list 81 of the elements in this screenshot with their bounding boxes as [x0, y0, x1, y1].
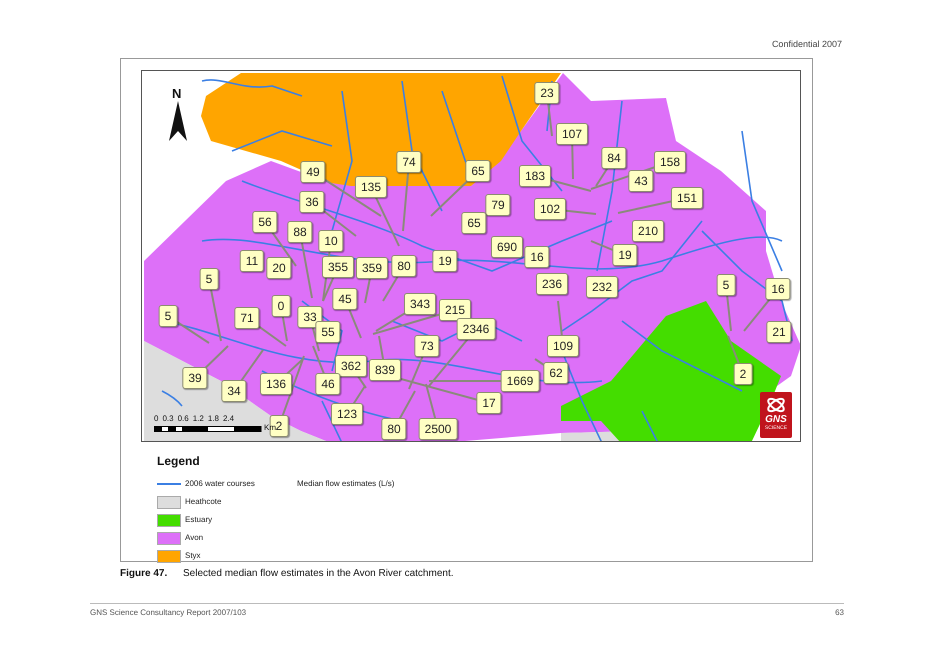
legend-label: Estuary [185, 515, 212, 525]
flow-callout: 84 [601, 147, 627, 169]
flow-callout: 73 [414, 335, 440, 357]
flow-callout: 355 [322, 256, 354, 278]
flow-callout: 65 [465, 160, 491, 182]
north-label: N [172, 87, 182, 101]
flow-callout: 45 [332, 288, 358, 310]
flow-callout: 2346 [456, 318, 496, 340]
flow-callout: 151 [670, 187, 704, 209]
flow-callout: 16 [765, 278, 791, 300]
flow-callout: 71 [234, 307, 260, 329]
flow-callout: 0 [272, 295, 290, 317]
flow-callout: 5 [716, 274, 736, 296]
flow-callout: 56 [252, 211, 278, 233]
flow-callout: 109 [546, 335, 580, 357]
north-arrow-icon [169, 101, 187, 141]
flow-callout: 690 [490, 236, 524, 258]
flow-callout: 23 [534, 82, 560, 104]
flow-callout: 232 [586, 276, 618, 298]
flow-callout: 34 [221, 380, 247, 402]
flow-callout: 19 [432, 250, 458, 272]
header-text: Confidential 2007 [772, 38, 842, 50]
flow-callout: 343 [404, 293, 436, 315]
flow-callout: 210 [632, 220, 664, 242]
flow-callout: 5 [158, 305, 178, 327]
flow-callout: 16 [524, 246, 550, 268]
legend-title: Legend [157, 453, 201, 469]
logo-text: GNS [765, 415, 787, 425]
flow-callout: 102 [534, 198, 566, 220]
flow-callout: 1669 [500, 370, 540, 392]
legend-label: Styx [185, 551, 201, 561]
flow-callout: 215 [438, 299, 472, 321]
flow-callout: 19 [612, 244, 638, 266]
flow-callout: 107 [556, 123, 588, 145]
flow-callout: 43 [628, 170, 654, 192]
scale-tick-label: 0.3 [162, 414, 174, 423]
legend-label: Avon [185, 533, 204, 543]
flow-callout: 49 [300, 161, 326, 183]
atom-logo-icon [765, 395, 787, 415]
flow-callout: 2 [734, 363, 752, 385]
flow-callout: 33 [297, 306, 323, 328]
flow-callout: 5 [200, 268, 218, 290]
legend-label: Heathcote [185, 497, 222, 507]
flow-callout: 55 [315, 321, 341, 343]
scale-tick-label: 0 [154, 414, 158, 423]
flow-callout: 839 [368, 359, 402, 381]
flow-callout: 2500 [418, 418, 458, 440]
flow-callout: 74 [396, 151, 422, 173]
flow-callout: 62 [543, 362, 569, 384]
flow-callout: 236 [536, 273, 568, 295]
flow-callout: 136 [260, 373, 292, 395]
scale-tick-label: 0.6 [178, 414, 189, 423]
flow-callout: 88 [287, 221, 313, 243]
page-number: 63 [835, 608, 844, 618]
flow-callout: 80 [391, 255, 417, 277]
flow-callout: 158 [654, 151, 686, 173]
flow-callout: 10 [318, 230, 344, 252]
flow-callout: 65 [461, 212, 487, 234]
figure-label: Figure 47. [120, 568, 168, 580]
flow-callout: 359 [356, 257, 388, 279]
flow-callout: 36 [299, 191, 325, 213]
flow-callout: 183 [518, 165, 552, 187]
legend-note: Median flow estimates (L/s) [297, 479, 394, 489]
flow-callout: 21 [766, 321, 792, 343]
flow-callout: 46 [315, 373, 341, 395]
flow-callout: 80 [381, 418, 407, 440]
footer-report-title: GNS Science Consultancy Report 2007/103 [90, 608, 246, 618]
scale-unit-label: Km [264, 423, 276, 432]
scale-tick-label: 1.2 [192, 414, 204, 423]
flow-callout: 362 [334, 355, 368, 377]
flow-callout: 11 [240, 250, 264, 272]
scale-tick-label: 2.4 [222, 414, 234, 423]
flow-callout: 17 [476, 392, 502, 414]
scale-tick-label: 1.8 [208, 414, 219, 423]
figure-caption: Selected median flow estimates in the Avon River catchment. [183, 568, 454, 580]
flow-callout: 39 [182, 367, 208, 389]
flow-callout: 20 [266, 257, 292, 279]
legend-label: 2006 water courses [185, 479, 255, 489]
flow-callout: 79 [485, 194, 511, 216]
flow-callout: 135 [354, 176, 388, 198]
flow-callout: 123 [330, 403, 364, 425]
